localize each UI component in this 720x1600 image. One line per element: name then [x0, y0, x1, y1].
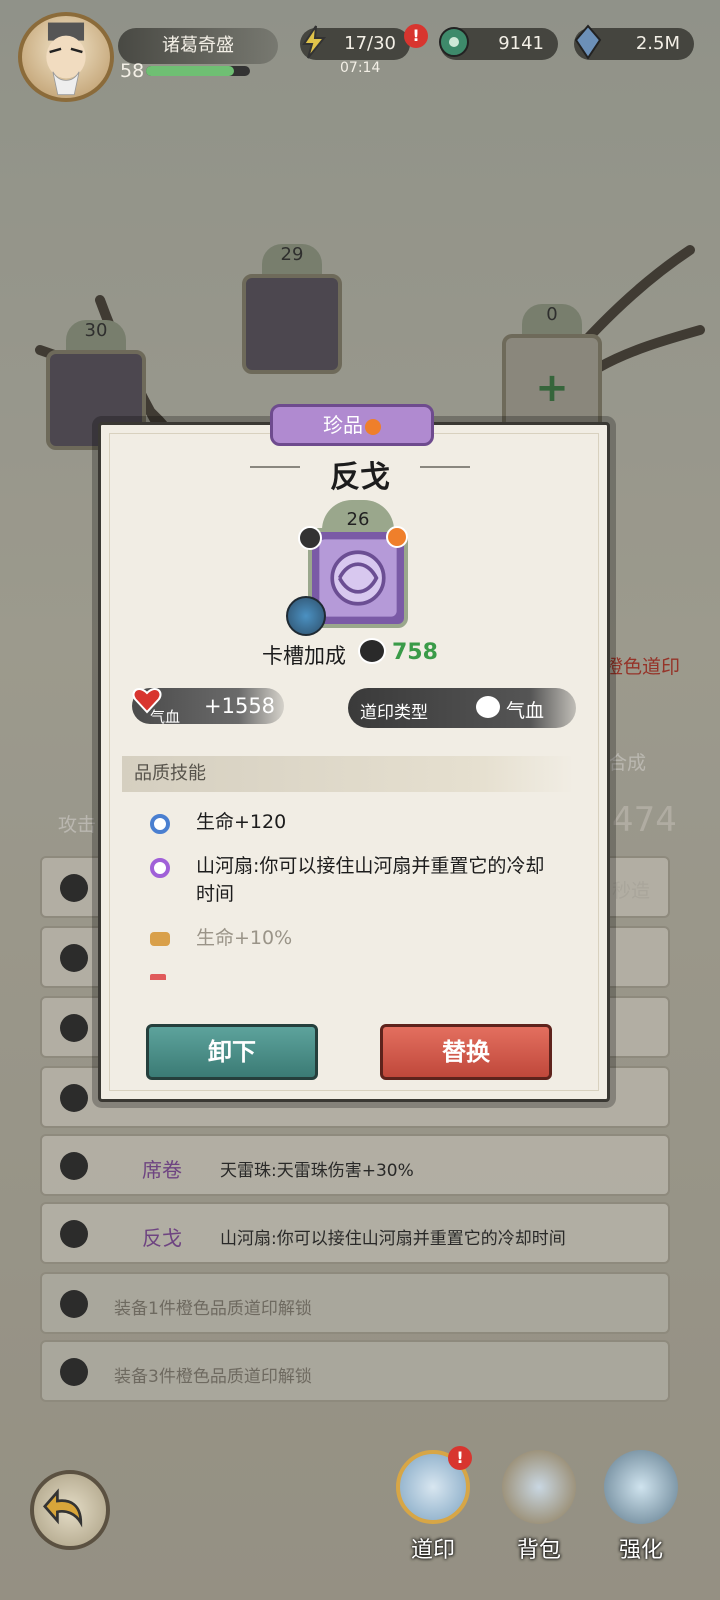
top-bar: 诸葛奇盛 58 17/30 ! 07:14 9141 2.5M — [0, 0, 720, 110]
nav-upgrade-label: 强化 — [618, 1538, 663, 1563]
bottom-nav: 道印 ! 背包 强化 — [0, 1430, 720, 1600]
stamina-timer: 07:14 — [340, 60, 381, 76]
stamina-value: 17/30 — [344, 33, 396, 54]
nav-alert-badge: ! — [448, 1446, 472, 1470]
item-title: 反戈 — [330, 460, 390, 495]
back-arrow-icon — [43, 1488, 83, 1528]
nav-upgrade[interactable]: 强化 — [596, 1450, 686, 1570]
stamina-alert-badge: ! — [404, 24, 428, 48]
bag-icon — [502, 1450, 576, 1524]
purple-ring-icon — [150, 858, 170, 878]
lightning-icon — [302, 25, 327, 59]
blood-seal-icon — [358, 638, 386, 664]
slot-bonus-value: 758 — [392, 640, 438, 665]
slot-bonus-label: 卡槽加成 — [262, 644, 346, 668]
rarity-tab: 珍品 — [270, 404, 434, 446]
nav-seal-label: 道印 — [410, 1538, 455, 1563]
stat-value: +1558 — [204, 694, 276, 718]
skill-text: 山河扇:你可以接住山河扇并重置它的冷却时间 — [196, 855, 545, 905]
xp-bar — [146, 66, 250, 76]
back-button[interactable] — [30, 1470, 110, 1550]
portrait-icon — [46, 22, 86, 96]
fan-badge-icon — [286, 596, 326, 636]
replace-button[interactable]: 替换 — [380, 1024, 552, 1080]
rarity-label: 珍品 — [323, 413, 363, 437]
crystal-icon — [574, 24, 602, 60]
blood-seal-icon — [476, 696, 500, 718]
skill-item: 生命+10% — [150, 924, 560, 952]
player-level: 58 — [120, 60, 145, 82]
flame-icon — [365, 418, 381, 435]
jade-icon — [439, 27, 469, 57]
gem-value: 2.5M — [635, 33, 680, 54]
skills-header: 品质技能 — [122, 756, 574, 792]
seal-type-label: 道印类型 — [360, 703, 428, 723]
skill-text: 生命+120 — [196, 811, 287, 833]
flame-icon — [386, 526, 408, 548]
jade-counter[interactable]: 9141 — [439, 27, 558, 60]
skill-item: 山河扇:你可以接住山河扇并重置它的冷却时间 — [150, 852, 560, 908]
player-name: 诸葛奇盛 — [118, 28, 278, 64]
nav-bag[interactable]: 背包 — [494, 1450, 584, 1570]
seal-type-value: 气血 — [506, 700, 545, 722]
stat-label: 气血 — [150, 708, 181, 726]
stamina-counter[interactable]: 17/30 — [300, 25, 410, 60]
remove-button[interactable]: 卸下 — [146, 1024, 318, 1080]
seal-type-icon — [298, 526, 322, 550]
nav-bag-label: 背包 — [516, 1538, 561, 1563]
gold-cup-icon — [150, 932, 170, 946]
skill-text: 生命+10% — [196, 927, 293, 949]
xp-bar-fill — [146, 66, 235, 76]
skill-item: 生命+120 — [150, 808, 560, 836]
skills-list[interactable]: 生命+120 山河扇:你可以接住山河扇并重置它的冷却时间 生命+10% — [150, 808, 560, 980]
upgrade-crystal-icon — [604, 1450, 678, 1524]
red-seal-icon — [150, 974, 166, 980]
player-avatar[interactable] — [18, 12, 114, 102]
gem-counter[interactable]: 2.5M — [574, 24, 694, 60]
blue-ring-icon — [150, 814, 170, 834]
jade-value: 9141 — [498, 33, 544, 54]
